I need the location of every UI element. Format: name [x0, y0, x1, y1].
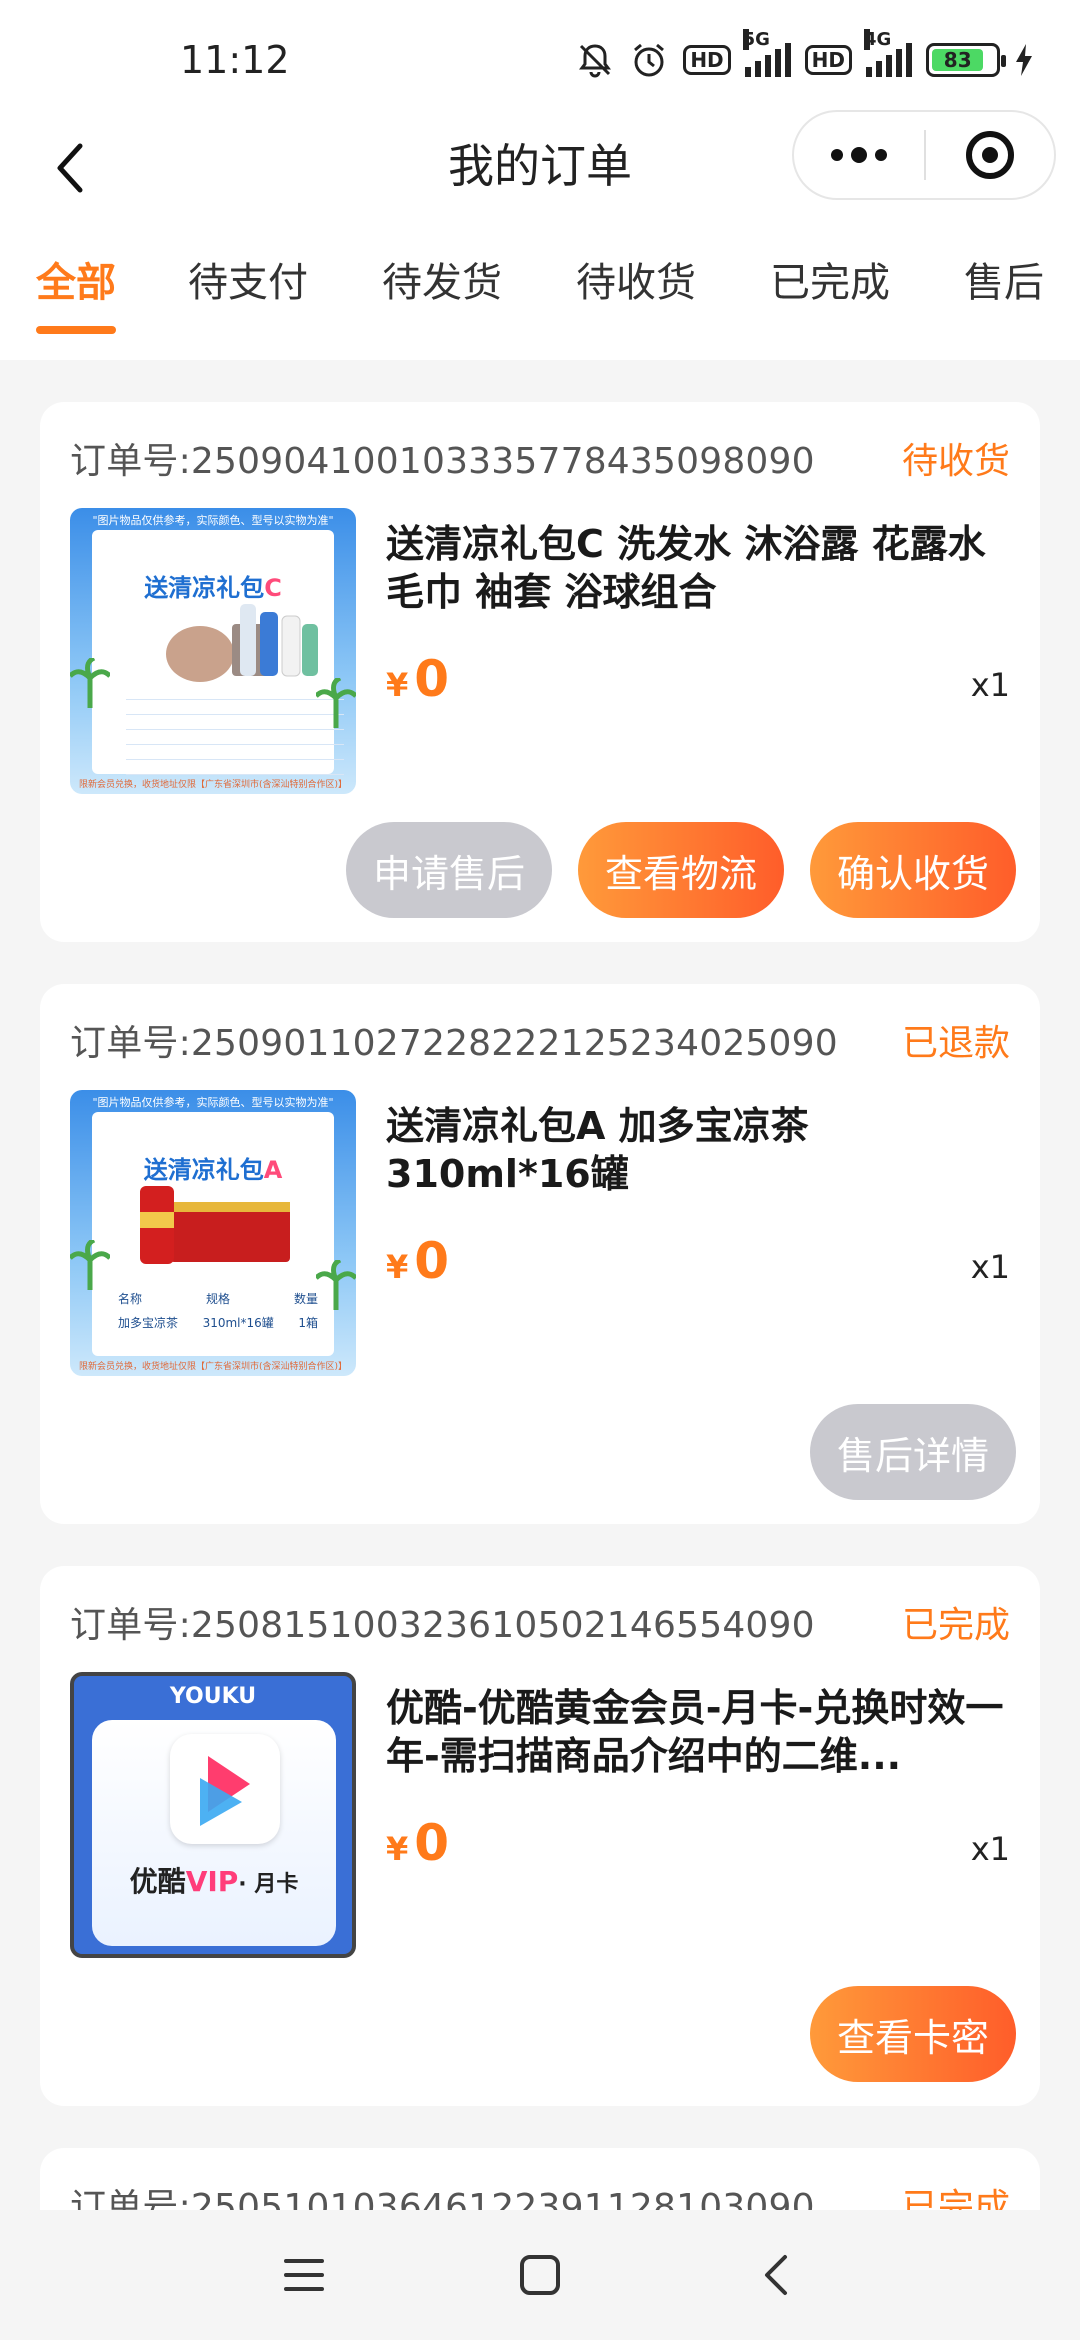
- product-image[interactable]: "图片物品仅供参考，实际颜色、型号以实物为准" 送清凉礼包C 限新会员兑换，收货…: [70, 508, 356, 794]
- product-image[interactable]: YOUKU 优酷VIP· 月卡: [70, 1672, 356, 1958]
- tab-all[interactable]: 全部: [36, 250, 116, 308]
- target-close-icon: [966, 131, 1014, 179]
- product-quantity: x1: [970, 1248, 1010, 1286]
- product-quantity: x1: [970, 1830, 1010, 1868]
- vip-card: 优酷VIP· 月卡: [92, 1720, 336, 1946]
- hd-icon: HD: [683, 45, 731, 75]
- product-price: ¥0: [386, 1232, 450, 1290]
- toiletries-illustration: [166, 604, 318, 682]
- image-disclaimer: "图片物品仅供参考，实际颜色、型号以实物为准": [92, 1096, 334, 1109]
- tab-pending-shipment[interactable]: 待发货: [382, 250, 502, 308]
- palm-icon: [70, 1240, 110, 1290]
- order-card[interactable]: 订单号:2508151003236105021465540​90 已完成 YOU…: [40, 1566, 1040, 2106]
- vip-card-label: 优酷VIP· 月卡: [129, 1865, 299, 1898]
- home-icon[interactable]: [500, 2240, 580, 2310]
- image-panel: 送清凉礼包A 名称 规格 数量 加多宝凉茶 310ml*16罐 1箱: [92, 1112, 334, 1356]
- image-disclaimer: "图片物品仅供参考，实际颜色、型号以实物为准": [92, 514, 334, 527]
- back-icon[interactable]: [736, 2240, 816, 2310]
- order-status: 已完成: [901, 1605, 1010, 1646]
- after-sales-detail-button[interactable]: 售后详情: [810, 1404, 1016, 1500]
- product-price: ¥0: [386, 1814, 450, 1872]
- tab-indicator: [36, 326, 116, 334]
- image-title: 送清凉礼包A: [143, 1156, 283, 1184]
- order-status: 待收货: [901, 441, 1010, 482]
- order-tabs: 全部 待支付 待发货 待收货 已完成 售后: [0, 230, 1080, 360]
- image-footer: 限新会员兑换，收货地址仅限【广东省深圳市(含深汕特别合作区)】: [78, 1362, 348, 1372]
- order-number: 订单号:2509011027228222125234025090: [70, 1023, 838, 1064]
- product-image[interactable]: "图片物品仅供参考，实际颜色、型号以实物为准" 送清凉礼包A 名称 规格 数量 加多…: [70, 1090, 356, 1376]
- product-title[interactable]: 优酷-优酷黄金会员-月卡-兑换时效一年-需扫描商品介绍中的二维...: [386, 1684, 1016, 1780]
- contents-header: 名称 规格 数量: [118, 1292, 318, 1306]
- palm-icon: [70, 658, 110, 708]
- signal-icon: 5G: [742, 29, 791, 77]
- signal-icon: 4G: [864, 29, 912, 77]
- tab-after-sales[interactable]: 售后: [964, 250, 1044, 308]
- system-nav-bar: [0, 2210, 1080, 2340]
- youku-logo-icon: [170, 1734, 280, 1844]
- battery-level: 83: [932, 48, 984, 72]
- contents-row: 加多宝凉茶 310ml*16罐 1箱: [118, 1316, 318, 1330]
- product-price: ¥0: [386, 650, 450, 708]
- menu-icon[interactable]: [264, 2240, 344, 2310]
- product-title[interactable]: 送清凉礼包C 洗发水 沐浴露 花露水 毛巾 袖套 浴球组合: [386, 520, 1016, 616]
- close-button[interactable]: [926, 131, 1054, 179]
- product-title[interactable]: 送清凉礼包A 加多宝凉茶 310ml*16罐: [386, 1102, 1016, 1198]
- palm-icon: [316, 678, 356, 728]
- image-panel: 送清凉礼包C: [92, 530, 344, 775]
- palm-icon: [316, 1260, 356, 1310]
- hd-icon: HD: [804, 45, 852, 75]
- youku-brand: YOUKU: [169, 1684, 257, 1709]
- mute-icon: [575, 40, 615, 80]
- charging-icon: [1014, 42, 1034, 78]
- tab-completed[interactable]: 已完成: [770, 250, 890, 308]
- apply-after-sales-button[interactable]: 申请售后: [346, 822, 552, 918]
- tab-pending-receipt[interactable]: 待收货: [576, 250, 696, 308]
- view-card-code-button[interactable]: 查看卡密: [810, 1986, 1016, 2082]
- order-status: 已退款: [901, 1023, 1010, 1064]
- status-bar: 11:12 HD 5G HD 4G 83: [0, 0, 1080, 120]
- confirm-receipt-button[interactable]: 确认收货: [810, 822, 1016, 918]
- status-icons: HD 5G HD 4G 83: [575, 29, 1034, 84]
- more-dots-icon[interactable]: [794, 147, 924, 163]
- product-quantity: x1: [970, 666, 1010, 704]
- image-footer: 限新会员兑换，收货地址仅限【广东省深圳市(含深汕特别合作区)】: [78, 780, 348, 790]
- miniprogram-capsule: [792, 110, 1056, 200]
- order-number: 订单号:2508151003236105021465540​90: [70, 1605, 815, 1646]
- order-number: 订单号:2509041001033357784350980​90: [70, 441, 815, 482]
- herbal-tea-cans-illustration: [140, 1186, 290, 1264]
- tab-pending-payment[interactable]: 待支付: [188, 250, 308, 308]
- view-logistics-button[interactable]: 查看物流: [578, 822, 784, 918]
- contents-table: [126, 690, 344, 780]
- nav-bar: 我的订单: [0, 110, 1080, 230]
- alarm-icon: [629, 40, 669, 80]
- order-card[interactable]: 订单号:2509041001033357784350980​90 待收货 "图片…: [40, 402, 1040, 942]
- order-card[interactable]: 订单号:2509011027228222125234025090 已退款 "图片…: [40, 984, 1040, 1524]
- battery-icon: 83: [926, 43, 1006, 77]
- status-time: 11:12: [180, 38, 290, 82]
